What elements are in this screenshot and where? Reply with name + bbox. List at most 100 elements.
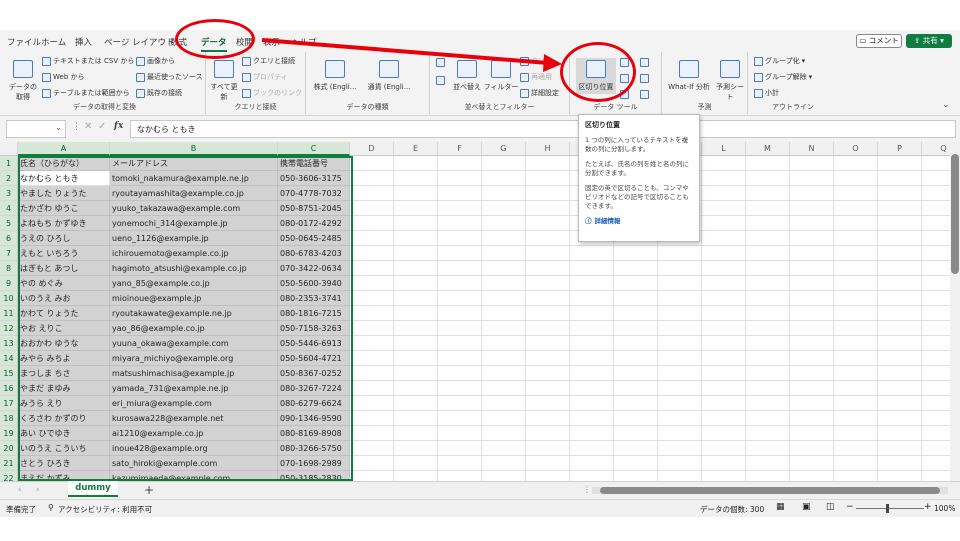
- web-button[interactable]: Web から: [42, 72, 85, 82]
- cell[interactable]: 050-7158-3263: [278, 321, 350, 336]
- cell[interactable]: [438, 366, 482, 381]
- cell[interactable]: [790, 306, 834, 321]
- cell[interactable]: [394, 231, 438, 246]
- cell[interactable]: [658, 456, 702, 471]
- cell[interactable]: [350, 261, 394, 276]
- cell[interactable]: [350, 366, 394, 381]
- cell[interactable]: 050-0645-2485: [278, 231, 350, 246]
- row-header[interactable]: 6: [0, 231, 18, 246]
- cell[interactable]: [746, 336, 790, 351]
- ungroup-button[interactable]: グループ解除 ▾: [754, 72, 812, 82]
- cell[interactable]: 080-6279-6624: [278, 396, 350, 411]
- stocks-button[interactable]: 株式 (Engli...: [310, 60, 360, 92]
- cell[interactable]: [482, 156, 526, 171]
- cell[interactable]: [922, 396, 950, 411]
- cell[interactable]: [922, 216, 950, 231]
- row-header[interactable]: 9: [0, 276, 18, 291]
- cell[interactable]: [570, 351, 614, 366]
- cell[interactable]: [746, 201, 790, 216]
- cell[interactable]: [790, 171, 834, 186]
- function-icon[interactable]: fx: [114, 121, 123, 131]
- cell[interactable]: やまだ まゆみ: [18, 381, 110, 396]
- cell[interactable]: [394, 411, 438, 426]
- tab-file[interactable]: ファイル: [7, 36, 41, 48]
- properties-button[interactable]: プロパティ: [242, 72, 288, 82]
- cell[interactable]: 080-3266-5750: [278, 441, 350, 456]
- cell[interactable]: [878, 441, 922, 456]
- cell[interactable]: [834, 441, 878, 456]
- cell[interactable]: [570, 411, 614, 426]
- cell[interactable]: [394, 351, 438, 366]
- cell[interactable]: [746, 351, 790, 366]
- row-header[interactable]: 14: [0, 351, 18, 366]
- cell[interactable]: [834, 291, 878, 306]
- cell[interactable]: [834, 381, 878, 396]
- cell[interactable]: [438, 276, 482, 291]
- cell[interactable]: [526, 291, 570, 306]
- what-if-button[interactable]: What-If 分析: [666, 60, 712, 92]
- cell[interactable]: [614, 441, 658, 456]
- text-csv-button[interactable]: テキストまたは CSV から: [42, 56, 134, 66]
- next-sheet-icon[interactable]: ›: [36, 485, 40, 495]
- column-header[interactable]: Q: [922, 142, 950, 156]
- cell[interactable]: kurosawa228@example.net: [110, 411, 278, 426]
- row-header[interactable]: 17: [0, 396, 18, 411]
- cell[interactable]: [526, 426, 570, 441]
- cell[interactable]: [350, 306, 394, 321]
- cell[interactable]: [922, 276, 950, 291]
- existing-connections-button[interactable]: 既存の接続: [136, 88, 182, 98]
- cell[interactable]: [614, 306, 658, 321]
- cell[interactable]: [438, 336, 482, 351]
- cell[interactable]: [394, 201, 438, 216]
- cell[interactable]: [834, 231, 878, 246]
- cell[interactable]: [350, 441, 394, 456]
- tab-help[interactable]: ヘルプ: [291, 36, 317, 48]
- cell[interactable]: みうら えり: [18, 396, 110, 411]
- cell[interactable]: みやら みちよ: [18, 351, 110, 366]
- cell[interactable]: [790, 321, 834, 336]
- cell[interactable]: [614, 426, 658, 441]
- cell[interactable]: [878, 471, 922, 481]
- cell[interactable]: [526, 156, 570, 171]
- cell[interactable]: yonemochi_314@example.jp: [110, 216, 278, 231]
- cell[interactable]: eri_miura@example.com: [110, 396, 278, 411]
- cell[interactable]: [658, 471, 702, 481]
- cell[interactable]: hagimoto_atsushi@example.co.jp: [110, 261, 278, 276]
- cell[interactable]: [350, 216, 394, 231]
- cell[interactable]: ryoutayamashita@example.co.jp: [110, 186, 278, 201]
- cell[interactable]: [350, 246, 394, 261]
- spreadsheet-grid[interactable]: ABCDEFGHIJKLMNOPQ1氏名（ひらがな）メールアドレス携帯電話番号2…: [0, 142, 950, 481]
- cell[interactable]: [350, 396, 394, 411]
- cell[interactable]: [878, 246, 922, 261]
- scrollbar-thumb[interactable]: [600, 487, 940, 494]
- cell[interactable]: tomoki_nakamura@example.ne.jp: [110, 171, 278, 186]
- cell[interactable]: [834, 306, 878, 321]
- cell[interactable]: [438, 216, 482, 231]
- row-header[interactable]: 22: [0, 471, 18, 481]
- cell[interactable]: [702, 276, 746, 291]
- cell[interactable]: sato_hiroki@example.com: [110, 456, 278, 471]
- cell[interactable]: [878, 276, 922, 291]
- cell[interactable]: [350, 201, 394, 216]
- cell[interactable]: [570, 396, 614, 411]
- cell[interactable]: [438, 381, 482, 396]
- cell[interactable]: [746, 231, 790, 246]
- cell[interactable]: たかざわ ゆうこ: [18, 201, 110, 216]
- cell[interactable]: [922, 246, 950, 261]
- cell[interactable]: [350, 456, 394, 471]
- filter-button[interactable]: フィルター: [484, 60, 518, 92]
- column-header[interactable]: B: [110, 142, 278, 156]
- edit-links-button[interactable]: ブックのリンク: [242, 88, 302, 98]
- cell[interactable]: うえの ひろし: [18, 231, 110, 246]
- cell[interactable]: まえだ かずみ: [18, 471, 110, 481]
- cell[interactable]: [878, 351, 922, 366]
- cell[interactable]: [922, 306, 950, 321]
- cell[interactable]: あい ひでゆき: [18, 426, 110, 441]
- cell[interactable]: [790, 381, 834, 396]
- cell[interactable]: [438, 396, 482, 411]
- cell[interactable]: [878, 306, 922, 321]
- cell[interactable]: [482, 276, 526, 291]
- cell[interactable]: [922, 336, 950, 351]
- cell[interactable]: [350, 231, 394, 246]
- cell[interactable]: [746, 276, 790, 291]
